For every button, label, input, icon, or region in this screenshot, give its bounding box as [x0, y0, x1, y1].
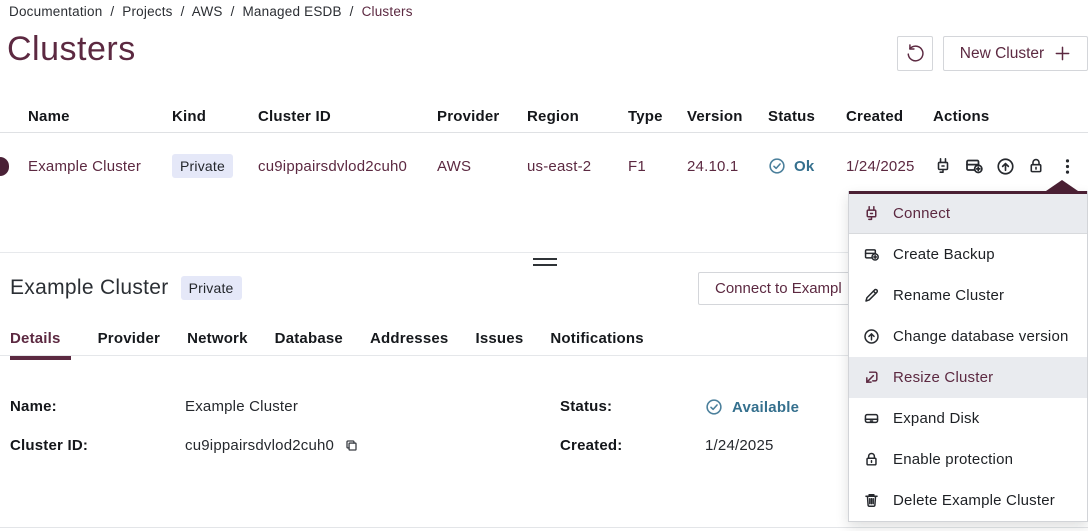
- disk-drive-icon: [863, 410, 880, 427]
- cell-cluster-id: cu9ippairsdvlod2cuh0: [258, 158, 437, 175]
- resize-icon: [863, 369, 880, 386]
- create-backup-action-button[interactable]: [964, 156, 984, 176]
- panel-drag-handle[interactable]: [533, 258, 557, 268]
- menu-item-label: Delete Example Cluster: [893, 492, 1055, 509]
- menu-item-label: Rename Cluster: [893, 287, 1004, 304]
- breadcrumb: Documentation / Projects / AWS / Managed…: [9, 4, 417, 19]
- menu-item-connect[interactable]: Connect: [849, 194, 1087, 234]
- pencil-icon: [863, 287, 880, 304]
- trash-icon: [863, 492, 880, 509]
- column-header-cluster-id: Cluster ID: [258, 108, 437, 125]
- breadcrumb-separator: /: [110, 4, 114, 19]
- page-bottom-border: [0, 527, 1088, 528]
- breadcrumb-item-projects[interactable]: Projects: [122, 4, 172, 19]
- check-circle-icon: [768, 157, 786, 175]
- cell-version: 24.10.1: [687, 158, 768, 175]
- menu-item-label: Enable protection: [893, 451, 1013, 468]
- menu-item-change-database-version[interactable]: Change database version: [849, 316, 1087, 357]
- column-header-actions: Actions: [933, 108, 1088, 125]
- cell-created: 1/24/2025: [846, 158, 933, 175]
- page-title: Clusters: [7, 30, 136, 69]
- popover-arrow: [1046, 180, 1078, 191]
- cell-kind: Private: [172, 154, 258, 178]
- status-text: Ok: [794, 158, 814, 175]
- check-circle-icon: [705, 398, 723, 416]
- menu-item-label: Resize Cluster: [893, 369, 993, 386]
- name-field-value: Example Cluster: [185, 398, 298, 415]
- menu-item-create-backup[interactable]: Create Backup: [849, 234, 1087, 275]
- table-header: Name Kind Cluster ID Provider Region Typ…: [0, 100, 1088, 133]
- breadcrumb-separator: /: [231, 4, 235, 19]
- menu-item-resize-cluster[interactable]: Resize Cluster: [849, 357, 1087, 398]
- status-field-label: Status:: [560, 398, 612, 415]
- private-badge: Private: [181, 276, 242, 300]
- column-header-region: Region: [527, 108, 628, 125]
- created-field-value: 1/24/2025: [705, 437, 774, 454]
- column-header-created: Created: [846, 108, 933, 125]
- breadcrumb-item-documentation[interactable]: Documentation: [9, 4, 102, 19]
- refresh-button[interactable]: [897, 36, 933, 71]
- menu-item-label: Change database version: [893, 328, 1069, 345]
- connect-action-button[interactable]: [933, 156, 953, 176]
- menu-item-rename-cluster[interactable]: Rename Cluster: [849, 275, 1087, 316]
- status-available-text: Available: [732, 399, 799, 416]
- lock-icon: [863, 451, 880, 468]
- column-header-status: Status: [768, 108, 846, 125]
- new-cluster-label: New Cluster: [960, 45, 1044, 63]
- new-cluster-button[interactable]: New Cluster: [943, 36, 1088, 71]
- cell-status: Ok: [768, 157, 846, 175]
- column-header-type: Type: [628, 108, 687, 125]
- cell-provider: AWS: [437, 158, 527, 175]
- table-row[interactable]: Example Cluster Private cu9ippairsdvlod2…: [0, 136, 1088, 196]
- upgrade-action-button[interactable]: [995, 156, 1015, 176]
- cell-region: us-east-2: [527, 158, 628, 175]
- cluster-id-field-label: Cluster ID:: [10, 437, 88, 454]
- kind-badge: Private: [172, 154, 233, 178]
- breadcrumb-item-clusters[interactable]: Clusters: [362, 4, 413, 19]
- backup-box-plus-icon: [863, 246, 880, 263]
- panel-title: Example Cluster: [10, 276, 169, 300]
- menu-item-expand-disk[interactable]: Expand Disk: [849, 398, 1087, 439]
- plug-icon: [863, 205, 880, 222]
- breadcrumb-separator: /: [181, 4, 185, 19]
- name-field-label: Name:: [10, 398, 57, 415]
- refresh-icon: [905, 43, 926, 64]
- menu-item-label: Expand Disk: [893, 410, 979, 427]
- column-header-version: Version: [687, 108, 768, 125]
- plus-icon: [1054, 45, 1071, 62]
- cluster-marker-icon: [0, 157, 9, 176]
- connect-cluster-label: Connect to Exampl: [715, 280, 842, 297]
- created-field-label: Created:: [560, 437, 622, 454]
- cluster-id-field-value: cu9ippairsdvlod2cuh0: [185, 437, 359, 454]
- breadcrumb-separator: /: [350, 4, 354, 19]
- breadcrumb-item-managed-esdb[interactable]: Managed ESDB: [242, 4, 341, 19]
- lock-action-button[interactable]: [1026, 156, 1046, 176]
- status-field-value: Available: [705, 398, 799, 416]
- column-header-name: Name: [28, 108, 172, 125]
- arrow-up-circle-icon: [863, 328, 880, 345]
- cell-name[interactable]: Example Cluster: [28, 158, 172, 175]
- menu-item-label: Connect: [893, 205, 950, 222]
- cell-type: F1: [628, 158, 687, 175]
- clusters-page: Documentation / Projects / AWS / Managed…: [0, 0, 1088, 531]
- copy-icon[interactable]: [344, 438, 359, 453]
- menu-item-delete-cluster[interactable]: Delete Example Cluster: [849, 480, 1087, 521]
- column-header-provider: Provider: [437, 108, 527, 125]
- row-actions-context-menu: Connect Create Backup Rename Cluster Cha…: [848, 191, 1088, 522]
- menu-item-label: Create Backup: [893, 246, 995, 263]
- column-header-kind: Kind: [172, 108, 258, 125]
- cluster-id-text: cu9ippairsdvlod2cuh0: [185, 437, 334, 454]
- cell-actions: [933, 156, 1088, 176]
- menu-item-enable-protection[interactable]: Enable protection: [849, 439, 1087, 480]
- breadcrumb-item-aws[interactable]: AWS: [192, 4, 223, 19]
- kebab-menu-button[interactable]: [1057, 156, 1077, 176]
